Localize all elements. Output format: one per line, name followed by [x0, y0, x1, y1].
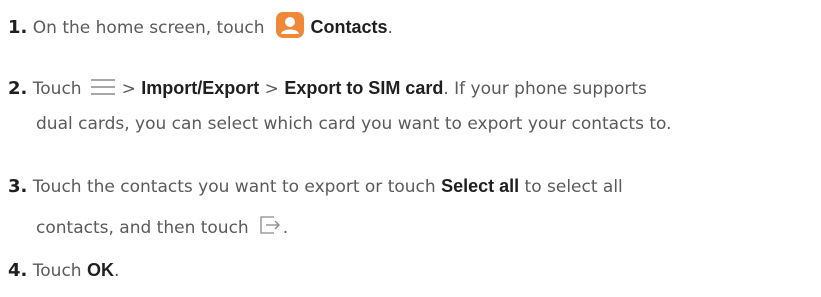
import-export-label: Import/Export: [141, 78, 260, 98]
separator: >: [264, 79, 279, 99]
step-number: 4.: [8, 260, 28, 281]
step-2: 2. Touch > Import/Export > Export to SIM…: [8, 78, 647, 99]
step-text-end: .: [113, 261, 120, 281]
step-text-end: .: [282, 218, 289, 238]
step-1: 1. On the home screen, touch Contacts.: [8, 12, 393, 42]
contacts-app-icon: [275, 12, 304, 38]
ok-label: OK: [86, 260, 114, 280]
export-to-sim-label: Export to SIM card: [284, 78, 444, 98]
step-number: 2.: [8, 78, 28, 99]
step-text: Touch the contacts you want to export or…: [32, 177, 436, 197]
step-text: Touch: [32, 79, 82, 99]
select-all-label: Select all: [441, 176, 520, 196]
step-text: . If your phone supports: [443, 79, 647, 99]
step-text: to select all: [524, 177, 623, 197]
step-text-end: .: [387, 18, 393, 38]
step-number: 1.: [8, 17, 28, 38]
contacts-label: Contacts: [310, 17, 388, 37]
step-3-continuation: contacts, and then touch .: [36, 216, 289, 238]
step-text: dual cards, you can select which card yo…: [36, 114, 672, 134]
step-text: On the home screen, touch: [32, 18, 265, 38]
menu-icon: [90, 79, 115, 95]
step-number: 3.: [8, 176, 28, 197]
step-3: 3. Touch the contacts you want to export…: [8, 176, 623, 197]
export-icon: [260, 216, 280, 234]
step-2-continuation: dual cards, you can select which card yo…: [36, 114, 672, 134]
step-4: 4. Touch OK.: [8, 260, 119, 281]
step-text: Touch: [32, 261, 82, 281]
step-text: contacts, and then touch: [36, 218, 249, 238]
separator: >: [121, 79, 136, 99]
